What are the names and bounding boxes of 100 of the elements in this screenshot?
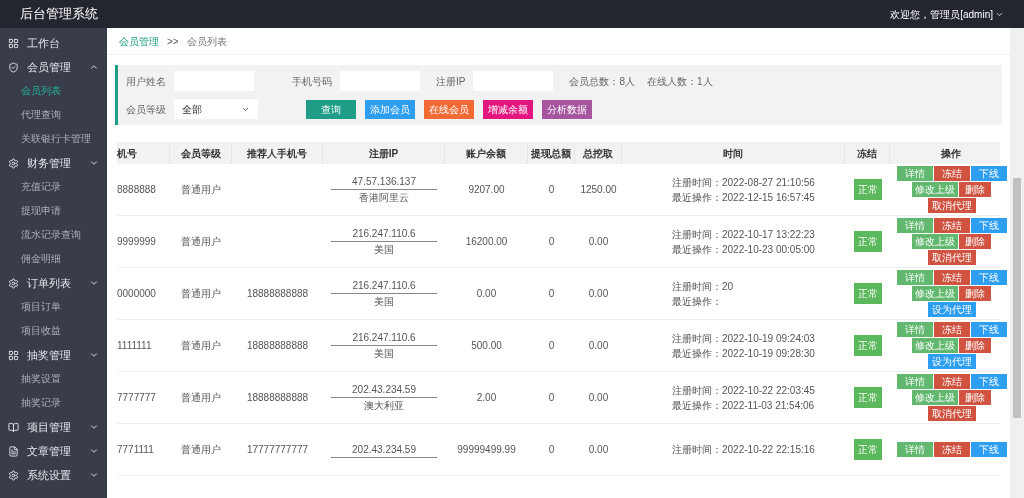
row-action-button[interactable]: 取消代理 — [927, 406, 976, 421]
row-action-button[interactable]: 下线 — [970, 322, 1007, 337]
sidebar-submenu-item[interactable]: 会员列表 — [0, 78, 107, 102]
online-count-text: 在线人数：1人 — [647, 74, 713, 89]
ip-address: 202.43.234.59 — [331, 382, 437, 398]
sidebar-submenu-item[interactable]: 项目订单 — [0, 294, 107, 318]
status-badge: 正常 — [853, 231, 882, 252]
table-cell-text: 0.00 — [587, 391, 610, 405]
table-cell-text: 17777777777 — [245, 443, 310, 457]
last-action-text: 最近操作： — [672, 294, 723, 309]
gear-icon — [8, 157, 19, 169]
table-cell-text: 500.00 — [470, 339, 503, 353]
table-cell-text: 0 — [547, 183, 556, 197]
row-action-button[interactable]: 详情 — [896, 270, 933, 285]
sidebar-submenu-item[interactable]: 关联银行卡管理 — [0, 126, 107, 150]
row-action-button[interactable]: 冻结 — [933, 442, 970, 457]
row-action-button[interactable]: 设为代理 — [927, 354, 976, 369]
ip-address: 216.247.110.6 — [331, 226, 437, 242]
level-select[interactable]: 全部 — [174, 99, 258, 119]
action-button[interactable]: 增减余额 — [483, 99, 533, 119]
row-action-button[interactable]: 删除 — [959, 338, 991, 353]
row-action-button[interactable]: 冻结 — [933, 374, 970, 389]
row-action-button[interactable]: 详情 — [896, 374, 933, 389]
table-cell-text: 18888888888 — [245, 391, 310, 405]
row-action-button[interactable]: 删除 — [959, 390, 991, 405]
sidebar-submenu-item[interactable]: 抽奖记录 — [0, 390, 107, 414]
action-button[interactable]: 在线会员 — [424, 99, 474, 119]
action-button[interactable]: 添加会员 — [365, 99, 415, 119]
row-action-button[interactable]: 删除 — [959, 182, 991, 197]
sidebar-menu-item[interactable]: 系统设置 — [0, 464, 107, 486]
row-action-button[interactable]: 取消代理 — [927, 250, 976, 265]
table-cell-text: 普通用户 — [180, 443, 222, 457]
row-action-button[interactable]: 详情 — [896, 166, 933, 181]
row-action-button[interactable]: 下线 — [970, 374, 1007, 389]
sidebar-menu-item[interactable]: 工作台 — [0, 32, 107, 54]
scrollbar-thumb[interactable] — [1013, 178, 1021, 418]
table-cell-text: 1111111 — [117, 339, 153, 353]
sidebar-menu-item[interactable]: 文章管理 — [0, 440, 107, 462]
column-header: 时间 — [622, 142, 845, 164]
column-header: 冻结 — [845, 142, 890, 164]
row-action-button[interactable]: 修改上级 — [912, 286, 958, 301]
breadcrumb-current: 会员列表 — [186, 34, 227, 49]
user-menu[interactable]: 欢迎您，管理员[admin] — [890, 6, 1004, 22]
row-action-button[interactable]: 下线 — [970, 442, 1007, 457]
table-cell-text: 普通用户 — [180, 235, 222, 249]
row-action-button[interactable]: 详情 — [896, 218, 933, 233]
row-action-button[interactable]: 下线 — [970, 270, 1007, 285]
last-action-text: 最近操作：2022-10-23 00:05:00 — [672, 242, 816, 257]
sidebar-menu-item[interactable]: 财务管理 — [0, 152, 107, 174]
row-action-button[interactable]: 修改上级 — [912, 234, 958, 249]
table-cell-text: 0 — [547, 235, 556, 249]
sidebar-menu-item[interactable]: 项目管理 — [0, 416, 107, 438]
row-action-button[interactable]: 详情 — [896, 442, 933, 457]
sidebar-submenu-item[interactable]: 提现申请 — [0, 198, 107, 222]
field-label: 注册IP — [436, 74, 466, 89]
sidebar-submenu-item[interactable]: 代理查询 — [0, 102, 107, 126]
row-action-button[interactable]: 取消代理 — [927, 198, 976, 213]
row-action-button[interactable]: 修改上级 — [912, 182, 958, 197]
sidebar-submenu-item[interactable]: 流水记录查询 — [0, 222, 107, 246]
table-cell-text: 18888888888 — [245, 287, 310, 301]
sidebar-submenu-item[interactable]: 佣金明细 — [0, 246, 107, 270]
breadcrumb-link[interactable]: 会员管理 — [119, 33, 159, 49]
row-action-button[interactable]: 冻结 — [933, 218, 970, 233]
sidebar-menu-item[interactable]: 订单列表 — [0, 272, 107, 294]
row-action-button[interactable]: 下线 — [970, 166, 1007, 181]
ip-address: 216.247.110.6 — [331, 330, 437, 346]
action-button[interactable]: 查询 — [306, 99, 356, 119]
sidebar-menu-item[interactable]: 会员管理 — [0, 56, 107, 78]
table-cell-text: 0 — [547, 391, 556, 405]
field-label: 会员等级 — [126, 102, 166, 117]
ip-address: 47.57.136.137 — [331, 174, 437, 190]
scrollbar[interactable] — [1010, 28, 1024, 498]
sidebar-submenu-item[interactable]: 项目收益 — [0, 318, 107, 342]
table-cell-text: 0 — [547, 339, 556, 353]
row-action-button[interactable]: 设为代理 — [927, 302, 976, 317]
row-action-button[interactable]: 删除 — [959, 234, 991, 249]
sidebar-submenu-item[interactable]: 充值记录 — [0, 174, 107, 198]
row-action-button[interactable]: 下线 — [970, 218, 1007, 233]
field-label: 用户姓名 — [126, 74, 166, 89]
row-action-button[interactable]: 冻结 — [933, 322, 970, 337]
column-header: 机号 — [117, 142, 170, 164]
row-action-button[interactable]: 删除 — [959, 286, 991, 301]
table-cell-text: 0.00 — [587, 339, 610, 353]
table-cell-text: 9999999 — [117, 235, 157, 249]
row-action-button[interactable]: 冻结 — [933, 270, 970, 285]
sidebar-menu-item[interactable]: 抽奖管理 — [0, 344, 107, 366]
ip-location: 美国 — [374, 347, 394, 361]
ip-location: 澳大利亚 — [364, 399, 404, 413]
column-header: 账户余额 — [445, 142, 528, 164]
row-action-button[interactable]: 冻结 — [933, 166, 970, 181]
row-action-button[interactable]: 详情 — [896, 322, 933, 337]
row-action-button[interactable]: 修改上级 — [912, 338, 958, 353]
table-cell-text: 2.00 — [475, 391, 498, 405]
row-action-button[interactable]: 修改上级 — [912, 390, 958, 405]
register-time-text: 注册时间：2022-08-27 21:10:56 — [672, 175, 816, 190]
sidebar-submenu-item[interactable]: 抽奖设置 — [0, 366, 107, 390]
column-header: 提现总额 — [528, 142, 575, 164]
table-cell-text: 8888888 — [117, 183, 157, 197]
action-button[interactable]: 分析数据 — [542, 99, 592, 119]
status-badge: 正常 — [853, 335, 882, 356]
